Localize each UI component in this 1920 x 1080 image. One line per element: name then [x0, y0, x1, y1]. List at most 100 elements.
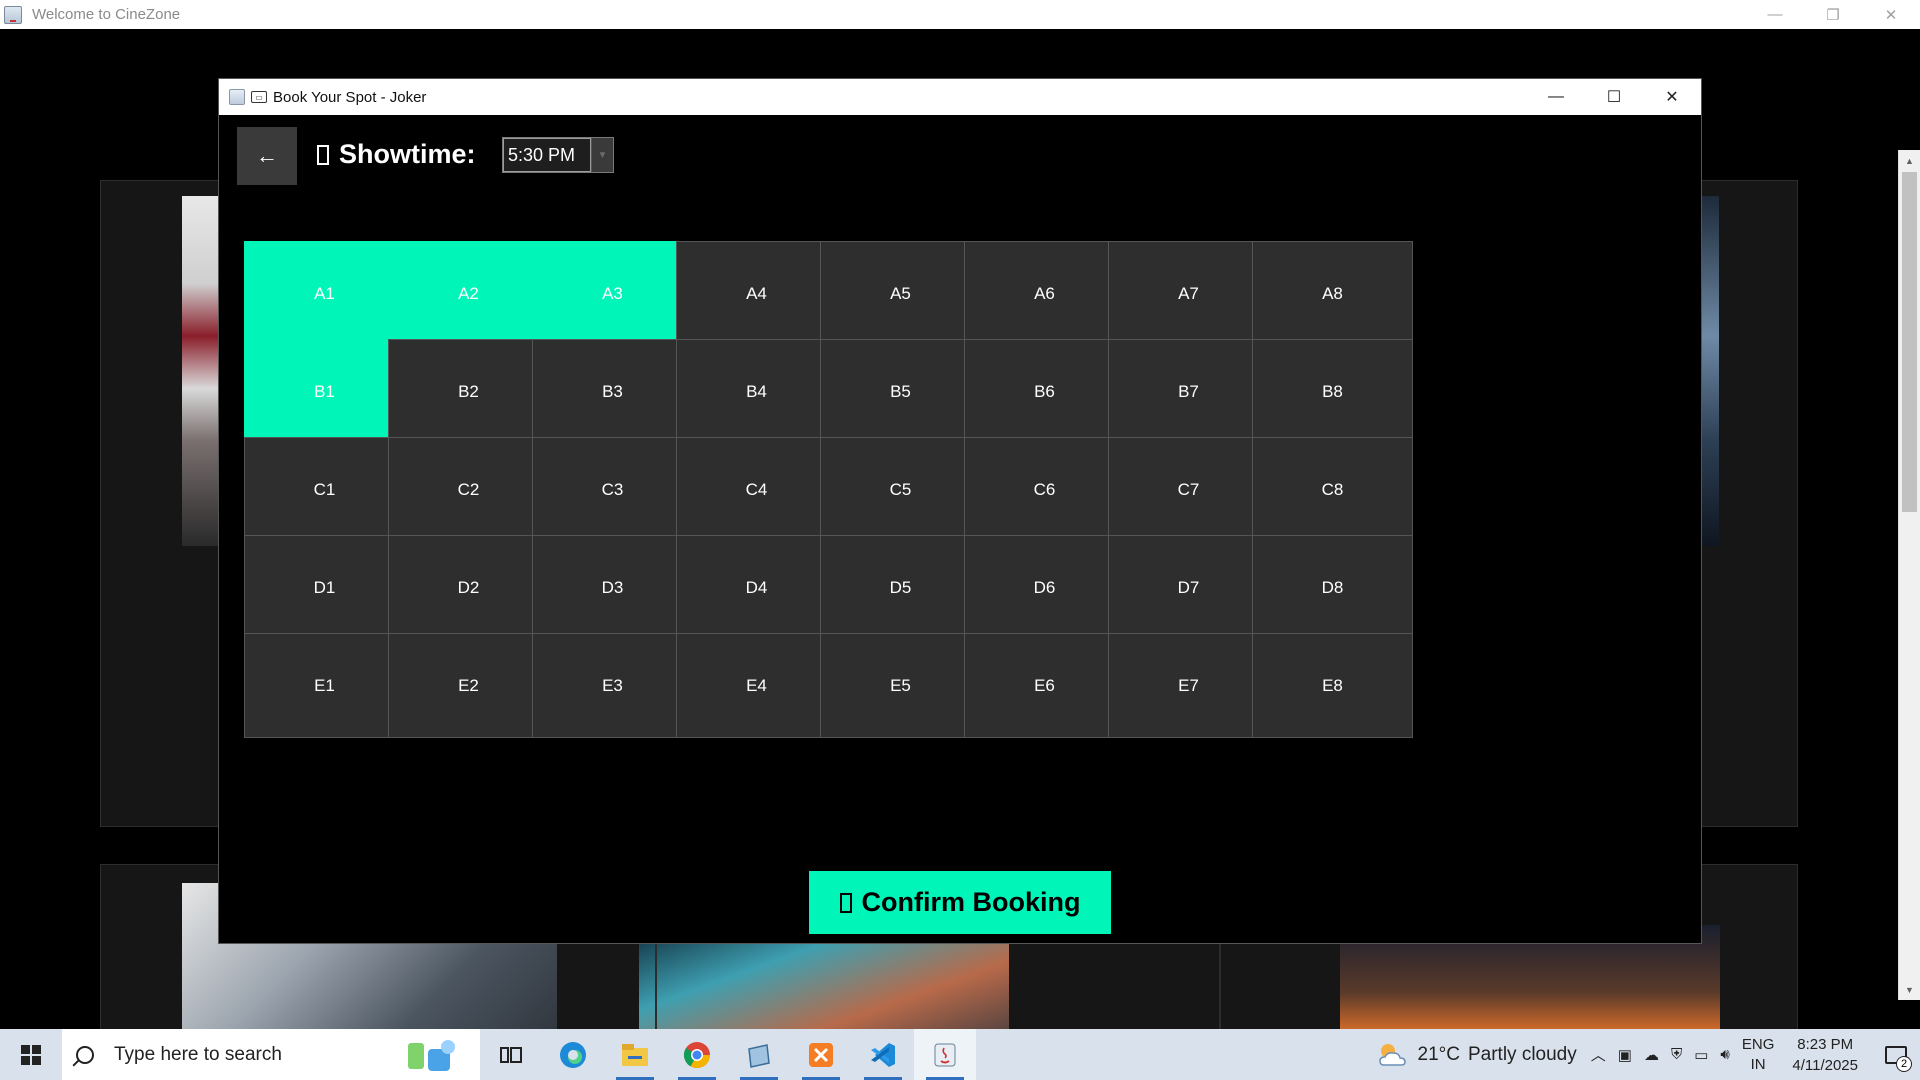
- seat-b4[interactable]: B4: [676, 339, 837, 444]
- seat-d3[interactable]: D3: [532, 535, 693, 640]
- seat-e3[interactable]: E3: [532, 633, 693, 738]
- seat-e8[interactable]: E8: [1252, 633, 1413, 738]
- onedrive-icon[interactable]: ☁: [1644, 1046, 1659, 1064]
- seat-d7[interactable]: D7: [1108, 535, 1269, 640]
- seat-a6[interactable]: A6: [964, 241, 1125, 346]
- seat-a3[interactable]: A3: [532, 241, 693, 346]
- security-icon[interactable]: ⛨: [1671, 1046, 1682, 1063]
- seat-c8[interactable]: C8: [1252, 437, 1413, 542]
- confirm-booking-button[interactable]: Confirm Booking: [809, 871, 1111, 934]
- seat-e2[interactable]: E2: [388, 633, 549, 738]
- chrome-icon[interactable]: [666, 1029, 728, 1080]
- xampp-icon[interactable]: [790, 1029, 852, 1080]
- scroll-down-arrow-icon[interactable]: ▼: [1899, 981, 1920, 998]
- outer-vertical-scrollbar[interactable]: ▲ ▼: [1898, 150, 1920, 1000]
- meet-now-icon[interactable]: ▣: [1618, 1046, 1632, 1064]
- seat-d5[interactable]: D5: [820, 535, 981, 640]
- file-explorer-icon[interactable]: [604, 1029, 666, 1080]
- booking-dialog: ▭ Book Your Spot - Joker — ☐ ✕ ← Showtim…: [218, 78, 1702, 944]
- outer-titlebar: Welcome to CineZone — ❐ ✕: [0, 0, 1920, 29]
- notification-center-button[interactable]: 2: [1876, 1029, 1916, 1080]
- language-region: IN: [1750, 1055, 1766, 1073]
- seat-d6[interactable]: D6: [964, 535, 1125, 640]
- java-icon: [229, 89, 245, 105]
- showtime-label: Showtime:: [317, 139, 476, 170]
- edge-icon[interactable]: [542, 1029, 604, 1080]
- seat-e1[interactable]: E1: [244, 633, 405, 738]
- seat-c5[interactable]: C5: [820, 437, 981, 542]
- notification-count: 2: [1896, 1056, 1912, 1072]
- showtime-selected-value[interactable]: 5:30 PM: [503, 138, 591, 172]
- partly-cloudy-icon: [1378, 1043, 1406, 1066]
- language-indicator[interactable]: ENG IN: [1742, 1035, 1775, 1075]
- task-view-icon[interactable]: [480, 1029, 542, 1080]
- seat-c4[interactable]: C4: [676, 437, 837, 542]
- dialog-titlebar: ▭ Book Your Spot - Joker — ☐ ✕: [219, 79, 1701, 115]
- language-code: ENG: [1741, 1035, 1775, 1053]
- movie-poster-image[interactable]: [1699, 196, 1719, 546]
- seat-b2[interactable]: B2: [388, 339, 549, 444]
- system-clock[interactable]: 8:23 PM 4/11/2025: [1792, 1034, 1858, 1076]
- scroll-up-arrow-icon[interactable]: ▲: [1899, 152, 1920, 169]
- seat-c3[interactable]: C3: [532, 437, 693, 542]
- dialog-window-controls: — ☐ ✕: [1527, 79, 1701, 115]
- seat-a2[interactable]: A2: [388, 241, 549, 346]
- seat-b7[interactable]: B7: [1108, 339, 1269, 444]
- chevron-up-icon[interactable]: ︿: [1591, 1044, 1606, 1065]
- tray-icons: ︿ ▣ ☁ ⛨ ▭ 🔊︎: [1591, 1044, 1730, 1065]
- battery-icon[interactable]: ▭: [1694, 1046, 1708, 1064]
- seat-b6[interactable]: B6: [964, 339, 1125, 444]
- outer-window-controls: — ❐ ✕: [1746, 0, 1920, 29]
- seat-c7[interactable]: C7: [1108, 437, 1269, 542]
- search-icon: [76, 1045, 94, 1064]
- seat-c2[interactable]: C2: [388, 437, 549, 542]
- seat-grid: A1 A2 A3 A4 A5 A6 A7 A8 B1 B2 B3 B4 B5 B6 B7 B8 C1 C2 C3 C4…: [244, 241, 1639, 843]
- java-icon[interactable]: [914, 1029, 976, 1080]
- seat-e4[interactable]: E4: [676, 633, 837, 738]
- seat-d4[interactable]: D4: [676, 535, 837, 640]
- search-placeholder: Type here to search: [114, 1043, 282, 1065]
- back-button[interactable]: ←: [237, 127, 297, 185]
- movie-poster-image[interactable]: [182, 196, 222, 546]
- seat-e5[interactable]: E5: [820, 633, 981, 738]
- confirm-booking-label: Confirm Booking: [861, 887, 1081, 917]
- dialog-minimize-button[interactable]: —: [1527, 79, 1585, 115]
- volume-icon[interactable]: 🔊︎: [1720, 1046, 1729, 1063]
- dialog-maximize-button[interactable]: ☐: [1585, 79, 1643, 115]
- seat-b5[interactable]: B5: [820, 339, 981, 444]
- seat-a4[interactable]: A4: [676, 241, 837, 346]
- seat-a8[interactable]: A8: [1252, 241, 1413, 346]
- dialog-body: ← Showtime: 5:30 PM ▼ A1 A2 A3 A4 A5 A6 A7 A8 B1…: [219, 115, 1701, 943]
- vscode-icon[interactable]: [852, 1029, 914, 1080]
- seat-b3[interactable]: B3: [532, 339, 693, 444]
- weather-widget[interactable]: 21°C Partly cloudy: [1376, 1041, 1577, 1069]
- outer-window-title: Welcome to CineZone: [32, 6, 181, 23]
- seat-a1[interactable]: A1: [244, 241, 405, 346]
- outer-minimize-button[interactable]: —: [1746, 0, 1804, 29]
- dialog-title: Book Your Spot - Joker: [273, 88, 427, 106]
- scrollbar-thumb[interactable]: [1902, 172, 1917, 512]
- seat-a7[interactable]: A7: [1108, 241, 1269, 346]
- seat-c1[interactable]: C1: [244, 437, 405, 542]
- chevron-down-icon[interactable]: ▼: [591, 138, 613, 172]
- dialog-close-button[interactable]: ✕: [1643, 79, 1701, 115]
- seat-b8[interactable]: B8: [1252, 339, 1413, 444]
- taskbar-search-box[interactable]: Type here to search: [62, 1029, 480, 1080]
- showtime-dropdown[interactable]: 5:30 PM ▼: [502, 137, 614, 173]
- seat-a5[interactable]: A5: [820, 241, 981, 346]
- seat-e7[interactable]: E7: [1108, 633, 1269, 738]
- outer-close-button[interactable]: ✕: [1862, 0, 1920, 29]
- seat-d8[interactable]: D8: [1252, 535, 1413, 640]
- seat-d1[interactable]: D1: [244, 535, 405, 640]
- outer-restore-button[interactable]: ❐: [1804, 0, 1862, 29]
- java-app-icon: [4, 5, 22, 24]
- ticket-icon: [839, 892, 852, 913]
- seat-c6[interactable]: C6: [964, 437, 1125, 542]
- notepad-icon[interactable]: [728, 1029, 790, 1080]
- seat-b1[interactable]: B1: [244, 339, 405, 444]
- start-button[interactable]: [0, 1029, 62, 1080]
- weather-temperature: 21°C: [1417, 1043, 1460, 1065]
- search-highlight-icon: [408, 1040, 455, 1071]
- seat-e6[interactable]: E6: [964, 633, 1125, 738]
- seat-d2[interactable]: D2: [388, 535, 549, 640]
